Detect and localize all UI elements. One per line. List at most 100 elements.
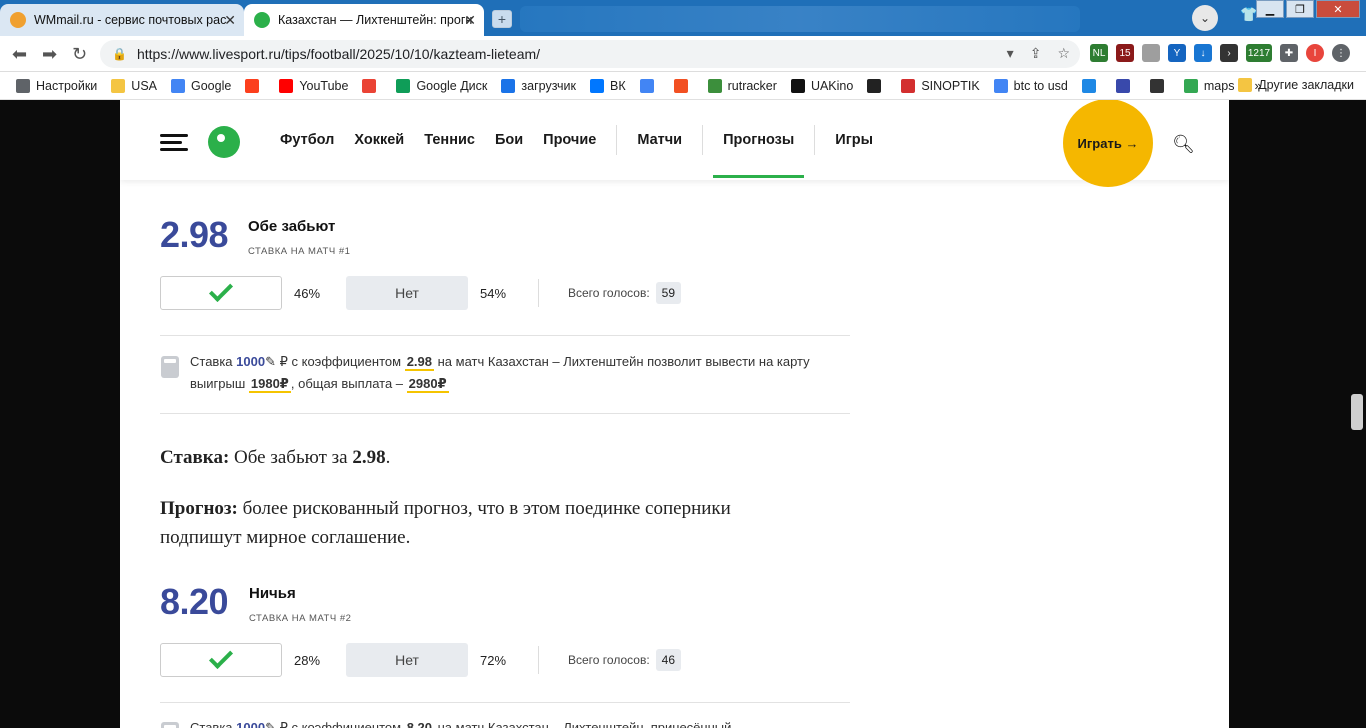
- bet1-vote-yes-button[interactable]: [160, 276, 282, 310]
- play-button[interactable]: Играть →: [1063, 100, 1153, 187]
- pencil-icon[interactable]: ✎: [265, 354, 276, 369]
- stake-text: Обе забьют за: [234, 447, 348, 468]
- dropdown-icon[interactable]: ▾: [1007, 45, 1014, 62]
- calc-stake[interactable]: 1000: [236, 354, 265, 369]
- votes-count: 59: [655, 282, 682, 304]
- y-icon[interactable]: Y: [1168, 44, 1186, 62]
- calc-text: , общая выплата –: [290, 376, 404, 391]
- bookmarks-bar: Настройки USA Google YouTube Google Диск загр…: [0, 72, 1366, 100]
- nav-hockey[interactable]: Хоккей: [354, 100, 404, 180]
- tab-livesport[interactable]: Казахстан — Лихтенштейн: прогн ✕: [244, 4, 484, 36]
- terminal-icon[interactable]: ›: [1220, 44, 1238, 62]
- bet2-name: Ничья: [249, 585, 296, 602]
- calc-stake[interactable]: 1000: [236, 720, 265, 728]
- other-bookmarks-label: Другие закладки: [1258, 78, 1354, 92]
- bookmark-item[interactable]: загрузчик: [501, 78, 576, 93]
- tab-title: WMmail.ru - сервис почтовых рас: [34, 13, 227, 27]
- bc-icon: [1149, 78, 1164, 93]
- back-arrow-icon[interactable]: ⬅: [12, 44, 27, 65]
- bet1-subtitle: СТАВКА НА МАТЧ #1: [248, 246, 351, 257]
- folder-icon: [1238, 78, 1253, 92]
- bookmark-item[interactable]: [673, 78, 694, 93]
- forward-arrow-icon[interactable]: ➡: [42, 44, 57, 65]
- chevron-down-icon[interactable]: ⌄: [1192, 5, 1218, 31]
- bookmark-item[interactable]: Google: [171, 78, 231, 93]
- maximize-icon[interactable]: ❐: [1286, 0, 1314, 18]
- bet1-vote-no-button[interactable]: Нет: [346, 276, 468, 310]
- pencil-icon[interactable]: ✎: [265, 720, 276, 728]
- new-tab-button[interactable]: +: [492, 10, 512, 28]
- check-icon: [208, 277, 234, 303]
- nav-other[interactable]: Прочие: [543, 100, 596, 180]
- scrollbar-thumb[interactable]: [1351, 394, 1363, 430]
- address-bar[interactable]: 🔒 https://www.livesport.ru/tips/football…: [100, 40, 1080, 68]
- bookmark-item[interactable]: ВК: [589, 78, 626, 93]
- bookmark-item[interactable]: USA: [111, 78, 157, 93]
- counter-icon[interactable]: 15: [1116, 44, 1134, 62]
- bookmark-item[interactable]: [1149, 78, 1170, 93]
- badge-icon[interactable]: 1217: [1246, 44, 1272, 62]
- browser-toolbar: ⬅ ➡ ↻ 🔒 https://www.livesport.ru/tips/fo…: [0, 36, 1366, 72]
- bet2-vote-no-button[interactable]: Нет: [346, 643, 468, 677]
- bookmark-label: Настройки: [36, 78, 98, 93]
- menu-icon[interactable]: ⋮: [1332, 44, 1350, 62]
- bookmark-label: YouTube: [299, 78, 349, 93]
- minimize-icon[interactable]: ▁: [1256, 0, 1284, 18]
- web-page: 2.98 Обе забьют СТАВКА НА МАТЧ #1 46% Не…: [120, 100, 1229, 728]
- profile-avatar[interactable]: I: [1306, 44, 1324, 62]
- divider: [538, 646, 539, 674]
- divider: [160, 702, 850, 703]
- nav-fights[interactable]: Бои: [495, 100, 523, 180]
- infinity-icon: [501, 78, 516, 93]
- bookmark-item[interactable]: [867, 78, 887, 93]
- briefcase-icon[interactable]: [1142, 44, 1160, 62]
- download-icon[interactable]: ↓: [1194, 44, 1212, 62]
- bookmark-item[interactable]: maps: [1183, 78, 1235, 93]
- url-text: https://www.livesport.ru/tips/football/2…: [136, 46, 541, 62]
- bookmark-item[interactable]: [1081, 78, 1102, 93]
- reload-icon[interactable]: ↻: [72, 44, 87, 65]
- nav-football[interactable]: Футбол: [280, 100, 334, 180]
- bookmark-item[interactable]: rutracker: [707, 78, 777, 93]
- stake-label: Ставка:: [160, 447, 230, 468]
- bookmark-item[interactable]: SINOPTIK: [901, 78, 980, 93]
- stake-odds: 2.98: [352, 447, 386, 468]
- search-icon[interactable]: 🔍︎: [1172, 134, 1195, 155]
- close-window-icon[interactable]: ✕: [1316, 0, 1360, 18]
- nav-matches[interactable]: Матчи: [637, 100, 682, 180]
- gmail-icon: [362, 78, 377, 93]
- bookmark-item[interactable]: [245, 78, 265, 93]
- bookmark-item[interactable]: btc to usd: [993, 78, 1068, 93]
- hamburger-menu-icon[interactable]: [160, 134, 188, 151]
- bet2-total-votes: Всего голосов: 46: [568, 649, 682, 671]
- bet2-calculator-text: Ставка 1000✎ ₽ с коэффициентом 8.20 на м…: [190, 717, 840, 728]
- bookmark-label: maps: [1203, 78, 1235, 93]
- share-icon[interactable]: ⇪: [1030, 45, 1042, 62]
- extensions-area: NL 15 Y ↓ › 1217 ✚ I ⋮: [1090, 44, 1350, 62]
- close-tab-icon[interactable]: ✕: [464, 12, 476, 29]
- puzzle-icon[interactable]: ✚: [1280, 44, 1298, 62]
- globe-nl-icon[interactable]: NL: [1090, 44, 1108, 62]
- bookmark-item[interactable]: UAKino: [790, 78, 853, 93]
- bookmark-item[interactable]: Настройки: [16, 78, 98, 93]
- calc-text: Ставка: [190, 354, 233, 369]
- google-icon: [993, 78, 1008, 93]
- forecast-paragraph: Прогноз: более рискованный прогноз, что …: [160, 494, 800, 552]
- bet1-total-votes: Всего голосов: 59: [568, 282, 682, 304]
- bookmark-item[interactable]: [639, 78, 660, 93]
- other-bookmarks-folder[interactable]: Другие закладки: [1238, 78, 1354, 92]
- nav-forecasts[interactable]: Прогнозы: [713, 100, 805, 180]
- bookmark-item[interactable]: [362, 78, 382, 93]
- close-tab-icon[interactable]: ✕: [224, 12, 236, 29]
- bookmark-item[interactable]: YouTube: [279, 78, 349, 93]
- bet2-vote-yes-button[interactable]: [160, 643, 282, 677]
- tab-wmmail[interactable]: WMmail.ru - сервис почтовых рас ✕: [0, 4, 244, 36]
- bookmark-item[interactable]: Google Диск: [396, 78, 487, 93]
- bookmark-item[interactable]: [1115, 78, 1136, 93]
- arrow-icon: [1115, 78, 1130, 93]
- livesport-favicon-icon: [254, 12, 270, 28]
- livesport-logo-icon[interactable]: [208, 126, 240, 158]
- star-icon[interactable]: ☆: [1057, 45, 1070, 62]
- nav-games[interactable]: Игры: [835, 100, 873, 180]
- nav-tennis[interactable]: Теннис: [424, 100, 475, 180]
